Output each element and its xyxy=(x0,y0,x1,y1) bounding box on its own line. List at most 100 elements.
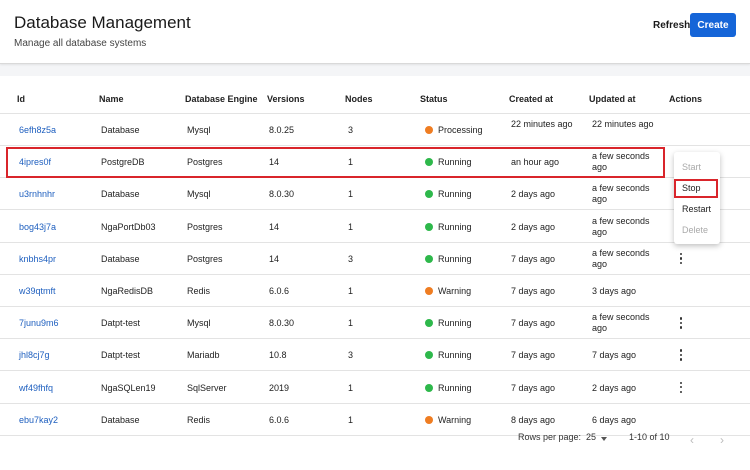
column-header-versions: Versions xyxy=(267,94,305,104)
status-dot-icon xyxy=(425,254,433,263)
column-header-database-engine: Database Engine xyxy=(185,94,258,104)
table-row[interactable]: u3rnhnhr Database Mysql 8.0.30 1 Running 2 day… xyxy=(0,178,750,211)
row-name: NgaRedisDB xyxy=(101,286,154,296)
row-updated-at: 2 days ago xyxy=(592,382,637,393)
menu-item-start[interactable]: Start xyxy=(674,158,720,176)
page-header: Database Management Manage all database … xyxy=(0,0,750,64)
menu-item-restart[interactable]: Restart xyxy=(674,200,720,218)
row-updated-at: 6 days ago xyxy=(592,414,637,425)
row-created-at: 7 days ago xyxy=(511,350,556,361)
pagination-range: 1-10 of 10 xyxy=(629,432,670,442)
row-engine: Redis xyxy=(187,414,211,425)
row-version: 10.8 xyxy=(269,350,287,361)
row-id-link[interactable]: wf49fhfq xyxy=(19,383,53,394)
table-row[interactable]: wf49fhfq NgaSQLen19 SqlServer 2019 1 Running 7… xyxy=(0,372,750,404)
chevron-right-icon[interactable]: › xyxy=(720,433,724,447)
row-updated-at: a few seconds ago xyxy=(592,183,650,205)
status-dot-icon xyxy=(425,222,433,231)
status-label: Running xyxy=(438,350,472,361)
row-engine: Mysql xyxy=(187,318,211,329)
stop-highlight xyxy=(674,179,718,198)
status-dot-icon xyxy=(425,126,433,134)
selected-row-highlight xyxy=(6,147,665,178)
status-dot-icon xyxy=(425,319,433,328)
status-label: Warning xyxy=(438,286,472,296)
chevron-left-icon[interactable]: ‹ xyxy=(690,433,694,447)
row-name: Database xyxy=(101,189,140,200)
column-header-status: Status xyxy=(420,94,448,104)
status-dot-icon xyxy=(425,287,433,295)
status-badge: Warning xyxy=(425,286,471,297)
row-id-link[interactable]: ebu7kay2 xyxy=(19,415,58,426)
status-label: Running xyxy=(438,318,472,329)
table-row[interactable]: bog43j7a NgaPortDb03 Postgres 14 1 Running 2 d… xyxy=(0,211,750,243)
row-updated-at: 3 days ago xyxy=(592,286,637,296)
status-badge: Processing xyxy=(425,125,483,136)
row-name: Datpt-test xyxy=(101,318,141,329)
rows-per-page-select[interactable]: 25 xyxy=(586,432,596,442)
row-version: 6.0.6 xyxy=(269,414,290,425)
column-header-updated-at: Updated at xyxy=(589,94,636,104)
row-id-link[interactable]: 7junu9m6 xyxy=(19,318,59,329)
row-created-at: 8 days ago xyxy=(511,414,556,425)
row-engine: Mariadb xyxy=(187,350,220,361)
actions-menu: Start Stop Restart Delete xyxy=(674,152,720,244)
table-row[interactable]: 7junu9m6 Datpt-test Mysql 8.0.30 1 Running 7 d… xyxy=(0,307,750,340)
column-header-id: Id xyxy=(17,94,25,104)
table-row[interactable]: jhl8cj7g Datpt-test Mariadb 10.8 3 Running 7 d… xyxy=(0,339,750,372)
row-id-link[interactable]: u3rnhnhr xyxy=(19,189,55,200)
row-name: Database xyxy=(101,414,140,425)
row-updated-at: 22 minutes ago xyxy=(592,119,654,129)
more-vertical-icon[interactable] xyxy=(676,348,686,362)
column-header-actions: Actions xyxy=(669,94,703,104)
row-nodes: 1 xyxy=(348,286,354,296)
row-engine: Mysql xyxy=(187,125,211,135)
status-label: Running xyxy=(438,382,472,393)
row-id-link[interactable]: 6efh8z5a xyxy=(19,125,56,136)
status-badge: Running xyxy=(425,383,472,394)
row-engine: Postgres xyxy=(187,221,223,232)
status-label: Running xyxy=(438,189,472,200)
row-version: 8.0.30 xyxy=(269,189,295,200)
status-badge: Running xyxy=(425,318,472,329)
row-name: NgaSQLen19 xyxy=(101,382,156,393)
chevron-down-icon[interactable] xyxy=(601,437,607,441)
more-vertical-icon[interactable] xyxy=(676,381,686,395)
status-badge: Running xyxy=(425,254,472,265)
menu-item-delete[interactable]: Delete xyxy=(674,221,720,239)
status-dot-icon xyxy=(425,415,433,424)
row-id-link[interactable]: w39qtmft xyxy=(19,286,56,297)
row-engine: Mysql xyxy=(187,189,211,200)
more-vertical-icon[interactable] xyxy=(676,252,686,266)
row-nodes: 1 xyxy=(348,189,354,200)
create-button[interactable]: Create xyxy=(690,13,736,37)
status-label: Processing xyxy=(438,125,483,135)
table-row[interactable]: knbhs4pr Database Postgres 14 3 Running 7 days… xyxy=(0,243,750,275)
row-nodes: 3 xyxy=(348,125,354,135)
row-nodes: 1 xyxy=(348,414,354,425)
row-version: 8.0.30 xyxy=(269,318,295,329)
status-dot-icon xyxy=(425,383,433,392)
column-header-created-at: Created at xyxy=(509,94,554,104)
row-engine: Redis xyxy=(187,286,211,296)
row-id-link[interactable]: jhl8cj7g xyxy=(19,350,50,361)
row-created-at: 7 days ago xyxy=(511,318,556,329)
row-created-at: 22 minutes ago xyxy=(511,119,573,129)
row-created-at: 7 days ago xyxy=(511,382,556,393)
row-name: Datpt-test xyxy=(101,350,141,361)
table-row[interactable]: w39qtmft NgaRedisDB Redis 6.0.6 1 Warning 7 da… xyxy=(0,275,750,307)
row-id-link[interactable]: bog43j7a xyxy=(19,222,56,233)
status-dot-icon xyxy=(425,190,433,199)
row-nodes: 1 xyxy=(348,382,354,393)
status-label: Running xyxy=(438,253,472,264)
more-vertical-icon[interactable] xyxy=(676,316,686,330)
table-row[interactable]: ebu7kay2 Database Redis 6.0.6 1 Warning 8 days… xyxy=(0,404,750,436)
row-created-at: 7 days ago xyxy=(511,253,556,264)
status-label: Running xyxy=(438,221,472,232)
row-updated-at: a few seconds ago xyxy=(592,215,650,237)
refresh-button[interactable]: Refresh xyxy=(647,14,696,36)
row-id-link[interactable]: knbhs4pr xyxy=(19,254,56,265)
row-created-at: 2 days ago xyxy=(511,189,556,200)
status-dot-icon xyxy=(425,351,433,360)
table-row[interactable]: 6efh8z5a Database Mysql 8.0.25 3 Processing 22… xyxy=(0,114,750,146)
